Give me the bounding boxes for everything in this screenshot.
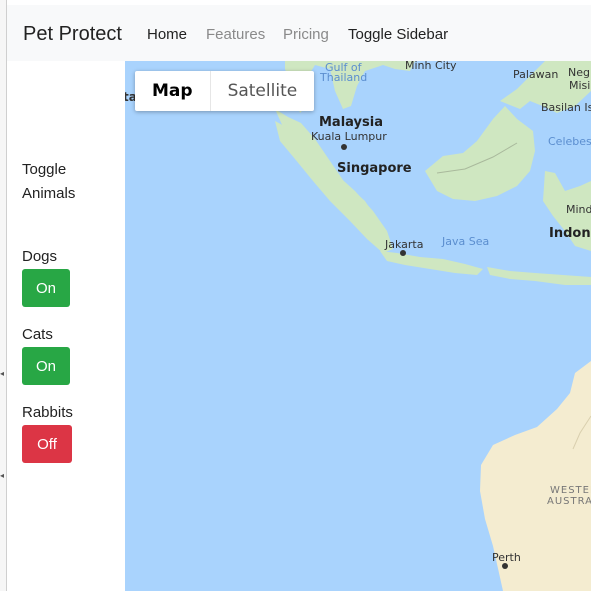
- rabbits-toggle-button[interactable]: Off: [22, 425, 72, 463]
- nav-toggle-sidebar[interactable]: Toggle Sidebar: [348, 26, 448, 43]
- map-label-java-sea: Java Sea: [442, 235, 490, 248]
- land-java: [380, 251, 483, 275]
- window-edge: ◂ ◂: [0, 0, 7, 591]
- map-label-malaysia: Malaysia: [319, 115, 383, 130]
- map-label-australia: AUSTRA: [547, 496, 591, 507]
- map-label-basilan: Basilan Isl: [541, 101, 591, 114]
- map[interactable]: ta Gulf of Thailand Minh City Palawan Ne…: [125, 61, 591, 591]
- land-borneo: [425, 106, 535, 201]
- map-label-western: WESTER: [550, 485, 591, 496]
- edge-arrow-icon: ◂: [0, 471, 5, 480]
- map-label-indonesia: Indone: [549, 226, 591, 241]
- map-label-kuala-lumpur: Kuala Lumpur: [311, 130, 387, 143]
- sidebar-title: Toggle Animals: [22, 161, 76, 202]
- map-type-map-button[interactable]: Map: [135, 71, 211, 111]
- nav-pricing[interactable]: Pricing: [283, 26, 329, 43]
- map-label-mindi: Mind: [566, 203, 591, 216]
- nav-home[interactable]: Home: [147, 26, 187, 43]
- cats-label: Cats: [22, 326, 53, 343]
- map-label-jakarta: Jakarta: [385, 238, 424, 251]
- rabbits-label: Rabbits: [22, 404, 73, 421]
- dogs-label: Dogs: [22, 248, 58, 265]
- map-type-control: Map Satellite: [135, 71, 315, 111]
- brand[interactable]: Pet Protect: [23, 23, 122, 46]
- map-label-negros: Negr: [568, 66, 591, 79]
- edge-arrow-icon: ◂: [0, 369, 5, 378]
- navbar: Pet Protect Home Features Pricing Toggle…: [7, 5, 591, 61]
- sidebar: Toggle Animals Dogs On Cats On Rabbits O…: [7, 61, 125, 591]
- dogs-toggle-button[interactable]: On: [22, 269, 70, 307]
- cats-toggle-button[interactable]: On: [22, 347, 70, 385]
- kuala-lumpur-marker: [341, 144, 347, 150]
- map-label-singapore: Singapore: [337, 161, 412, 176]
- map-label-thailand: Thailand: [320, 71, 368, 84]
- map-label-minh: Minh City: [405, 61, 457, 72]
- map-type-satellite-button[interactable]: Satellite: [211, 71, 315, 111]
- nav-features[interactable]: Features: [206, 26, 265, 43]
- map-label-misi: Misi: [569, 79, 591, 92]
- map-label-perth: Perth: [492, 551, 521, 564]
- map-label-celebes: Celebes: [548, 135, 591, 148]
- land-sundas: [487, 267, 591, 285]
- map-label-palawan: Palawan: [513, 68, 559, 81]
